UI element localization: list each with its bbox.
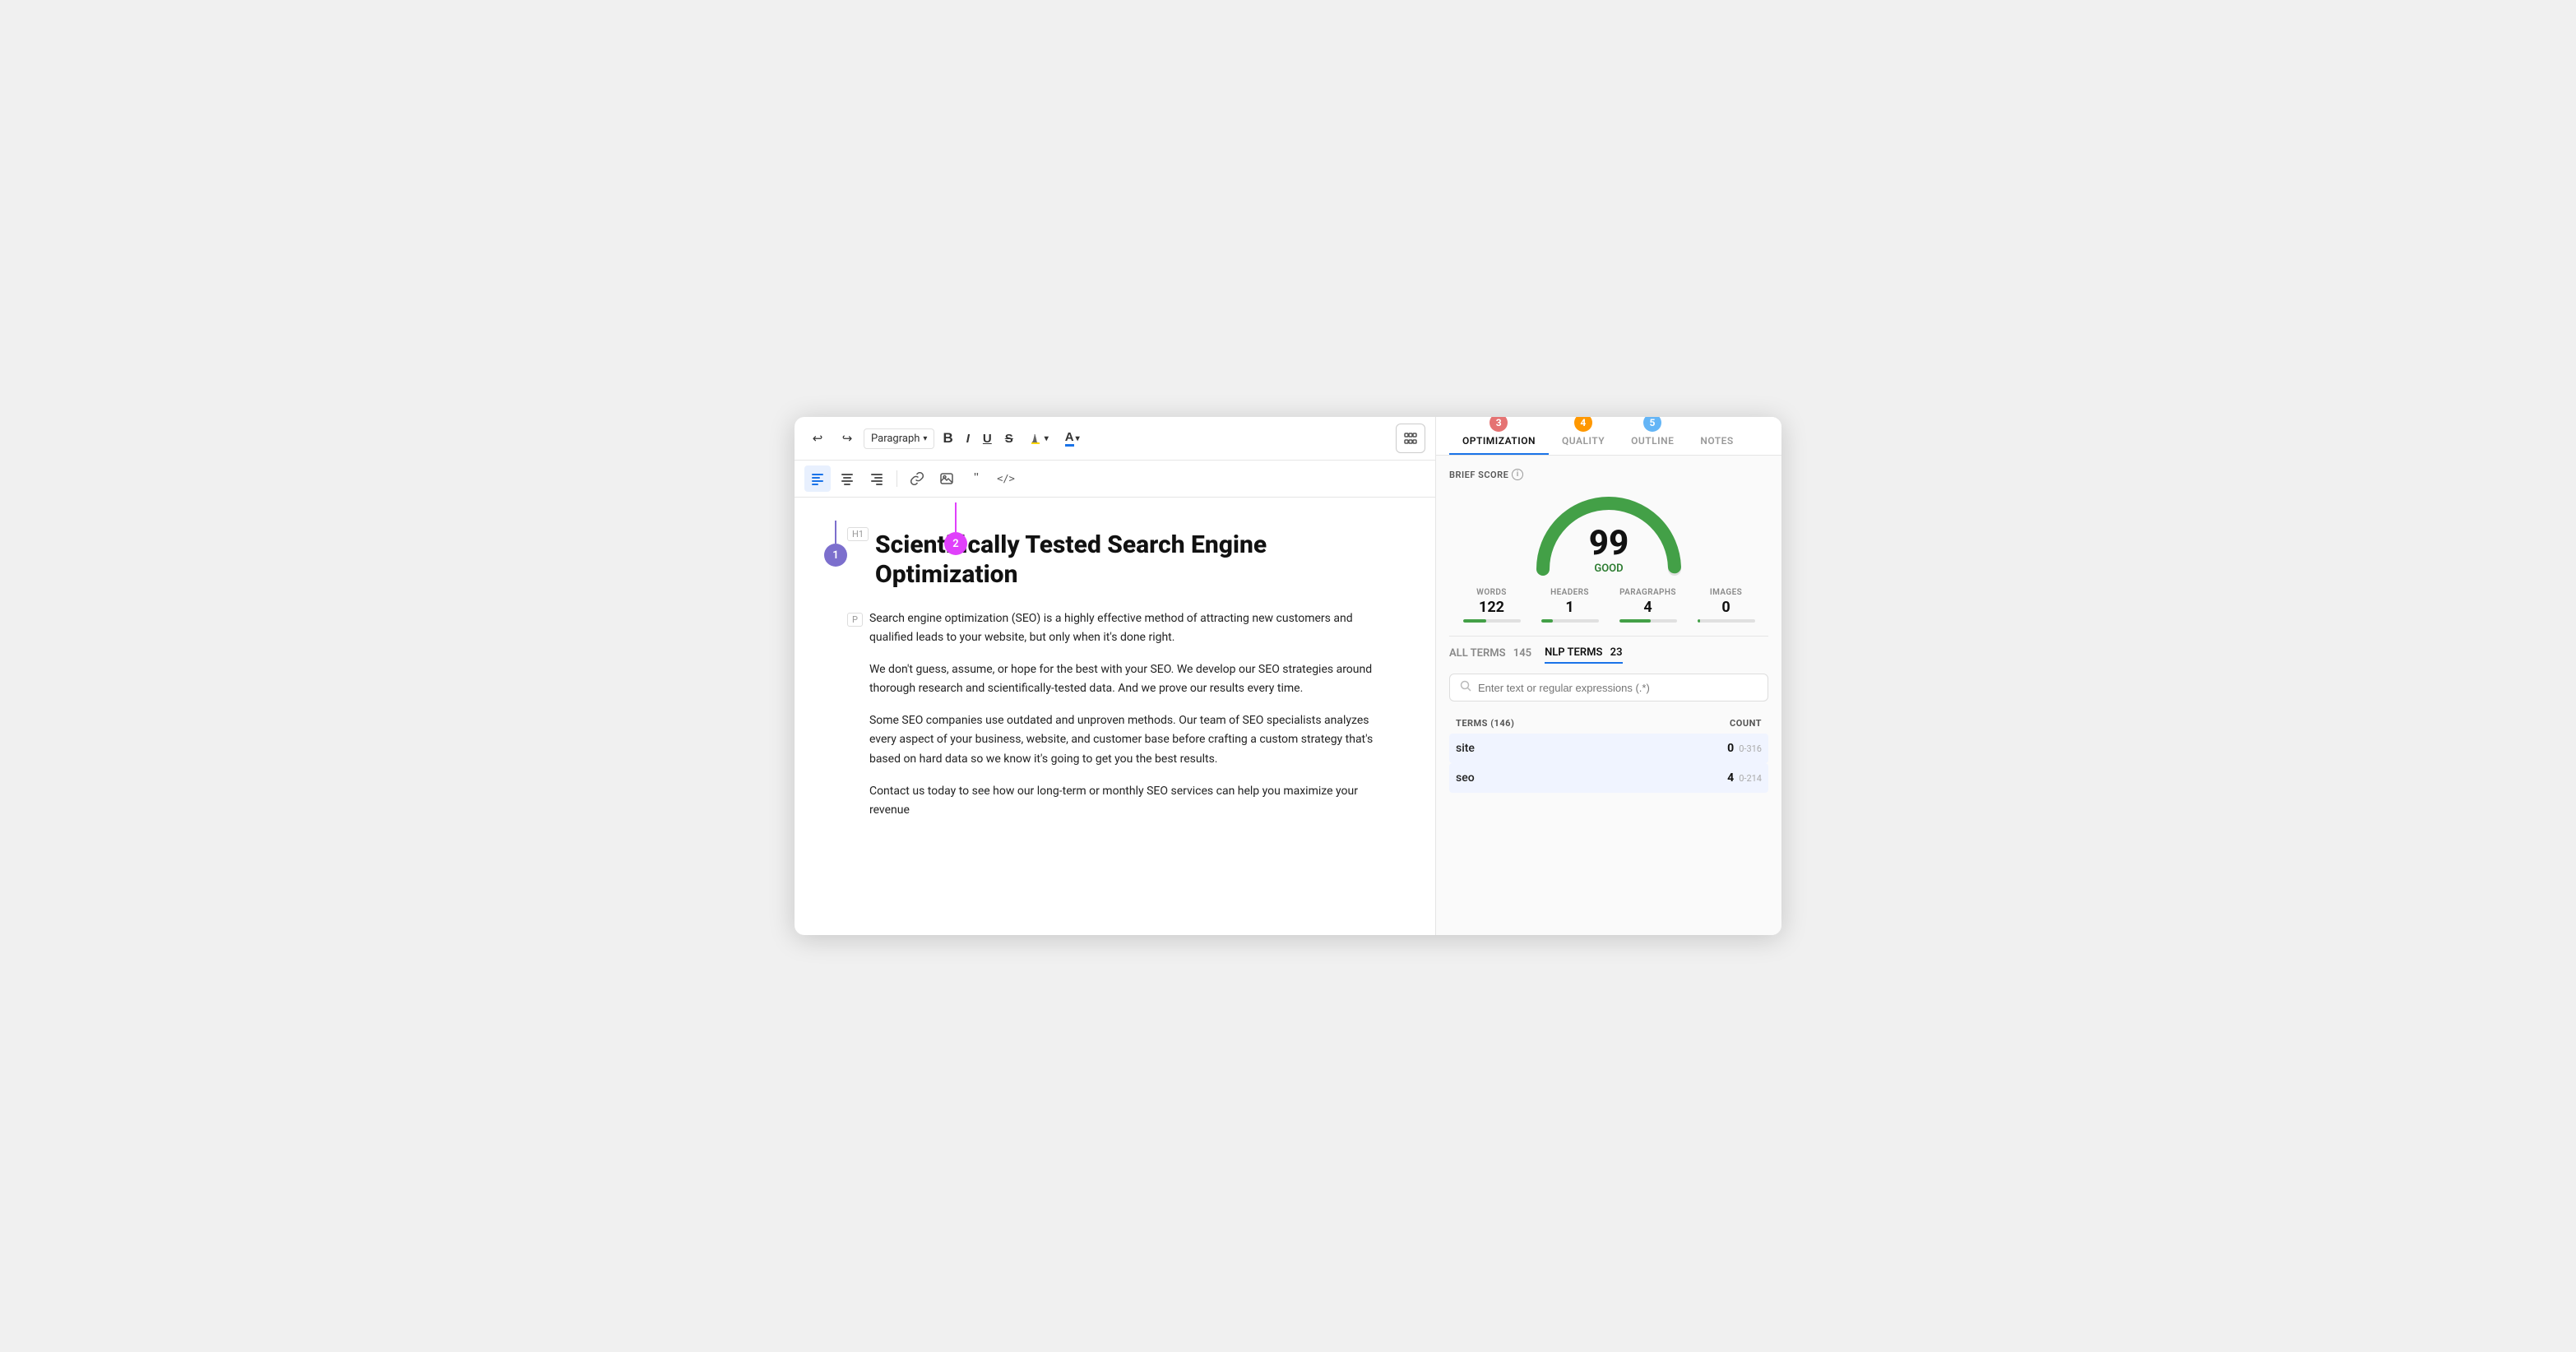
term-count-cell-site: 0 0-316 <box>1727 742 1762 755</box>
align-left-button[interactable] <box>804 465 831 492</box>
bold-button[interactable]: B <box>938 427 957 450</box>
term-row-seo: seo 4 0-214 <box>1449 763 1768 793</box>
stat-words-bar <box>1463 619 1521 623</box>
term-count-site: 0 <box>1727 742 1734 755</box>
paragraph-select[interactable]: Paragraph ▾ <box>864 428 934 449</box>
link-button[interactable] <box>904 465 930 492</box>
stat-headers-bar <box>1541 619 1599 623</box>
search-bar <box>1449 674 1768 701</box>
score-value: 99 <box>1589 526 1629 561</box>
underline-button[interactable]: U <box>978 428 997 449</box>
editor-panel: ↩ ↪ Paragraph ▾ B I U S <box>795 417 1436 935</box>
panel-tabs: 3 OPTIMIZATION 4 QUALITY 5 OUTLINE NOTES <box>1436 417 1781 456</box>
score-display: 99 GOOD <box>1589 535 1629 575</box>
highlight-dropdown-icon: ▾ <box>1045 434 1049 443</box>
bubble-2-container: 2 <box>944 502 967 555</box>
terms-tab-all[interactable]: ALL TERMS 145 <box>1449 647 1531 663</box>
toolbar-row2: " </> <box>795 461 1435 498</box>
right-panel: 3 OPTIMIZATION 4 QUALITY 5 OUTLINE NOTES <box>1436 417 1781 935</box>
stat-words: WORDS 122 <box>1452 588 1531 623</box>
align-right-button[interactable] <box>864 465 890 492</box>
editor-body[interactable]: Search engine optimization (SEO) is a hi… <box>869 609 1396 833</box>
panel-divider <box>1449 636 1768 637</box>
p-tag-label: P <box>847 613 863 627</box>
tab-notes[interactable]: NOTES <box>1687 424 1746 455</box>
settings-button[interactable] <box>1396 424 1425 453</box>
bubble-1: 1 <box>824 544 847 567</box>
align-left-icon <box>811 472 824 485</box>
term-count-cell-seo: 4 0-214 <box>1727 771 1762 785</box>
bubble-2: 2 <box>944 532 967 555</box>
stat-paragraphs-bar-fill <box>1619 619 1652 623</box>
align-center-icon <box>841 472 854 485</box>
h1-tag-label: H1 <box>847 527 869 541</box>
link-icon <box>910 472 924 485</box>
quote-button[interactable]: " <box>963 465 989 492</box>
text-color-button[interactable]: A ▾ <box>1059 430 1086 447</box>
bubble-1-container: 1 <box>824 521 847 567</box>
term-range-site: 0-316 <box>1739 743 1762 754</box>
terms-header-label: TERMS (146) <box>1456 718 1514 729</box>
bubble-1-line <box>835 521 836 544</box>
terms-table-header: TERMS (146) COUNT <box>1449 713 1768 734</box>
code-button[interactable]: </> <box>993 465 1019 492</box>
image-icon <box>940 472 953 485</box>
terms-table: TERMS (146) COUNT site 0 0-316 seo 4 0-2… <box>1449 713 1768 793</box>
stat-words-bar-fill <box>1463 619 1486 623</box>
score-status: GOOD <box>1589 563 1629 575</box>
brief-score-label: BRIEF SCORE i <box>1449 469 1768 480</box>
tab-outline[interactable]: 5 OUTLINE <box>1618 417 1687 455</box>
app-container: ↩ ↪ Paragraph ▾ B I U S <box>795 417 1781 935</box>
terms-search-input[interactable] <box>1478 682 1758 694</box>
term-count-seo: 4 <box>1727 771 1734 785</box>
tab-quality-badge: 4 <box>1574 417 1592 432</box>
nlp-terms-count: 23 <box>1610 646 1623 659</box>
stats-row: WORDS 122 HEADERS 1 PARAGRAPHS 4 <box>1449 588 1768 623</box>
editor-content: 1 2 H1 Scientifically Tested Search Engi… <box>795 498 1435 935</box>
align-right-icon <box>870 472 883 485</box>
stat-headers: HEADERS 1 <box>1531 588 1609 623</box>
highlight-icon <box>1028 431 1043 446</box>
para-3: Some SEO companies use outdated and unpr… <box>869 711 1396 768</box>
term-name-seo: seo <box>1456 771 1475 785</box>
highlight-button[interactable]: ▾ <box>1022 431 1055 446</box>
undo-button[interactable]: ↩ <box>804 425 831 451</box>
stat-paragraphs: PARAGRAPHS 4 <box>1609 588 1687 623</box>
text-color-icon: A <box>1065 430 1074 447</box>
stat-images-bar <box>1698 619 1755 623</box>
tab-quality[interactable]: 4 QUALITY <box>1549 417 1618 455</box>
redo-button[interactable]: ↪ <box>834 425 860 451</box>
stat-paragraphs-bar <box>1619 619 1677 623</box>
para-4: Contact us today to see how our long-ter… <box>869 782 1396 820</box>
strikethrough-button[interactable]: S <box>1000 428 1018 449</box>
para-2: We don't guess, assume, or hope for the … <box>869 660 1396 698</box>
settings-icon <box>1403 431 1418 446</box>
stat-headers-bar-fill <box>1541 619 1553 623</box>
panel-content: BRIEF SCORE i 99 GOOD WORDS <box>1436 456 1781 935</box>
image-button[interactable] <box>934 465 960 492</box>
paragraph-dropdown-icon: ▾ <box>923 434 927 443</box>
terms-tab-nlp[interactable]: NLP TERMS 23 <box>1545 646 1622 664</box>
para-1: Search engine optimization (SEO) is a hi… <box>869 609 1396 647</box>
brief-score-info-icon[interactable]: i <box>1512 469 1523 480</box>
stat-images: IMAGES 0 <box>1687 588 1765 623</box>
terms-count-label: COUNT <box>1730 718 1762 729</box>
bubble-2-line <box>955 502 957 532</box>
tab-optimization[interactable]: 3 OPTIMIZATION <box>1449 417 1549 455</box>
terms-tabs: ALL TERMS 145 NLP TERMS 23 <box>1449 646 1768 664</box>
text-color-dropdown-icon: ▾ <box>1076 434 1080 443</box>
gauge-container: 99 GOOD <box>1449 487 1768 575</box>
paragraph-label: Paragraph <box>871 433 920 445</box>
search-icon <box>1460 680 1471 695</box>
term-range-seo: 0-214 <box>1739 773 1762 784</box>
tab-outline-badge: 5 <box>1643 417 1661 432</box>
stat-images-bar-fill <box>1698 619 1701 623</box>
align-center-button[interactable] <box>834 465 860 492</box>
toolbar-row1: ↩ ↪ Paragraph ▾ B I U S <box>795 417 1435 461</box>
tab-optimization-badge: 3 <box>1490 417 1508 432</box>
term-name-site: site <box>1456 742 1475 755</box>
all-terms-count: 145 <box>1513 647 1531 660</box>
italic-button[interactable]: I <box>961 428 975 449</box>
term-row-site: site 0 0-316 <box>1449 734 1768 763</box>
